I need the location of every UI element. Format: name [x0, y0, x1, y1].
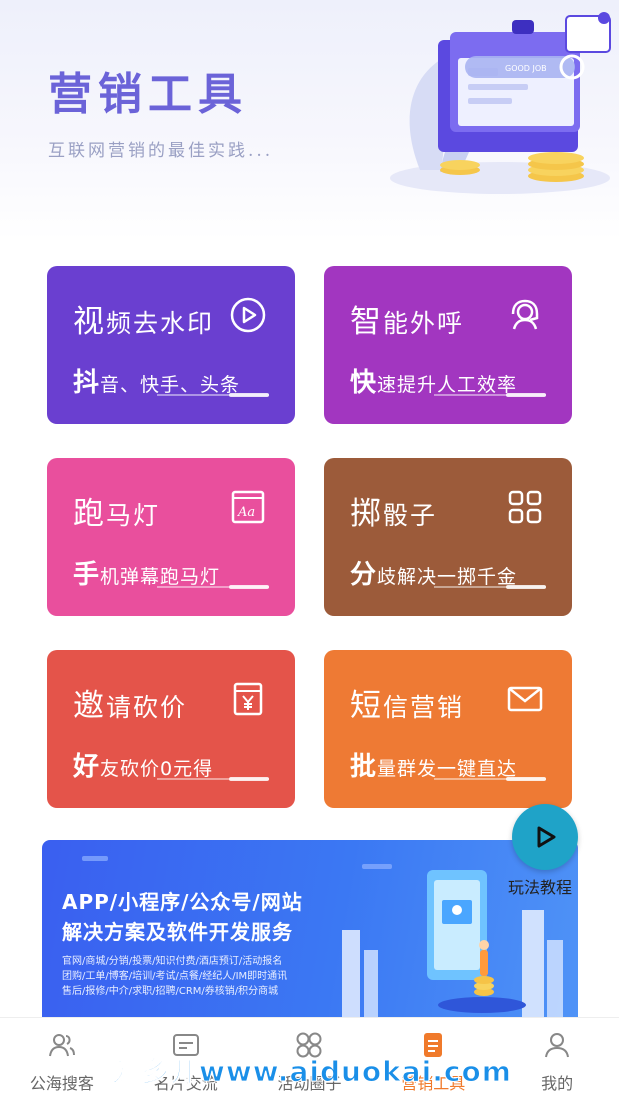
play-circle-icon [230, 297, 266, 333]
banner-services-2: 团购/工单/博客/培训/考试/点餐/经纪人/IM即时通讯 [62, 971, 288, 982]
card-underline [157, 585, 269, 589]
card-smart-call[interactable]: 智能外呼 快速提升人工效率 [324, 266, 572, 432]
play-triangle-icon [537, 826, 556, 848]
tab-customer-search[interactable]: 公海搜客 [0, 1018, 124, 1101]
yen-voucher-icon [233, 682, 263, 716]
banner-services-1: 官网/商城/分销/投票/知识付费/酒店预订/活动报名 [62, 956, 283, 967]
page-title: 营销工具 [48, 69, 248, 120]
people-icon [48, 1034, 75, 1057]
text-font-icon: Aa [231, 490, 265, 524]
envelope-icon [507, 686, 543, 712]
card-bargain[interactable]: 邀请砍价 好友砍价0元得 [47, 650, 295, 816]
card-dice[interactable]: 掷骰子 分歧解决一掷千金 [324, 458, 572, 624]
card-underline [434, 585, 546, 589]
card-title: 智能外呼 [350, 304, 465, 340]
tab-label: 我的 [541, 1074, 574, 1093]
headset-agent-icon [511, 299, 539, 330]
tutorial-button[interactable] [512, 804, 578, 870]
card-marquee[interactable]: 跑马灯 手机弹幕跑马灯 Aa [47, 458, 295, 624]
svg-text:Aa: Aa [237, 505, 255, 520]
page-header: 营销工具 互联网营销的最佳实践... GOOD JOB [0, 0, 619, 240]
tab-label: 公海搜客 [29, 1074, 94, 1093]
card-title: 掷骰子 [350, 496, 438, 532]
grid-four-icon [508, 490, 542, 524]
card-video-watermark[interactable]: 视频去水印 抖音、快手、头条 [47, 266, 295, 432]
banner-subheading: 解决方案及软件开发服务 [62, 920, 293, 944]
header-illustration: GOOD JOB [390, 12, 611, 194]
card-underline [434, 777, 546, 781]
page-subtitle: 互联网营销的最佳实践... [48, 141, 274, 161]
tab-mine[interactable]: 我的 [495, 1018, 619, 1101]
card-title: 跑马灯 [73, 496, 161, 532]
good-job-badge: GOOD JOB [505, 64, 547, 73]
dev-service-banner[interactable]: APP/小程序/公众号/网站 解决方案及软件开发服务 官网/商城/分销/投票/知… [42, 840, 578, 1020]
user-icon [545, 1033, 570, 1058]
card-underline [157, 777, 269, 781]
card-sms[interactable]: 短信营销 批量群发一键直达 [324, 650, 572, 816]
tutorial-label[interactable]: 玩法教程 [508, 874, 572, 898]
banner-services-3: 售后/报修/中介/求职/招聘/CRM/券核销/积分商城 [62, 986, 279, 997]
card-underline [434, 393, 546, 397]
site-watermark: 爱多开www.aiduokai.com [112, 1055, 512, 1089]
card-underline [157, 393, 269, 397]
card-title: 视频去水印 [73, 304, 215, 340]
card-title: 邀请砍价 [73, 688, 188, 724]
card-title: 短信营销 [350, 688, 465, 724]
banner-heading: APP/小程序/公众号/网站 [62, 890, 303, 914]
